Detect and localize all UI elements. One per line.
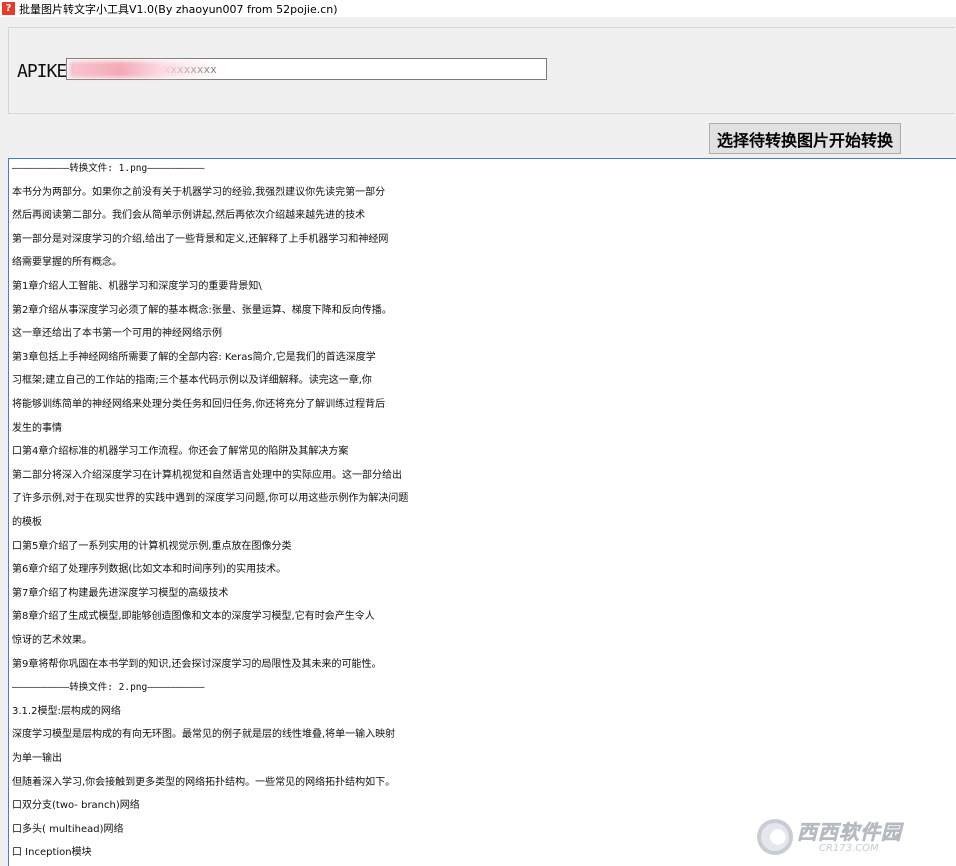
output-line: 将能够训练简单的神经网络来处理分类任务和回归任务,你还将充分了解训练过程背后 bbox=[12, 399, 386, 410]
output-line: ——————————转换文件: 2.png—————————— bbox=[12, 682, 205, 694]
watermark-logo-icon bbox=[757, 819, 793, 855]
output-line: 口第5章介绍了一系列实用的计算机视觉示例,重点放在图像分类 bbox=[12, 540, 292, 552]
title-bar: ? 批量图片转文字小工具V1.0(By zhaoyun007 from 52po… bbox=[0, 0, 956, 17]
output-textarea[interactable]: ——————————转换文件: 1.png—————————— 本书分为两部分。如… bbox=[8, 158, 956, 866]
watermark: 西西软件园 CR173.COM bbox=[757, 817, 935, 857]
output-line: 口 Inception模块 bbox=[12, 847, 92, 859]
output-line: 深度学习模型是层构成的有向无环图。最常见的例子就是层的线性堆叠,将单一输入映射 bbox=[12, 729, 396, 741]
output-line: 的模板 bbox=[12, 517, 42, 528]
output-line: ——————————转换文件: 1.png—————————— bbox=[12, 163, 205, 174]
output-line: 发生的事情 bbox=[12, 422, 62, 434]
output-line: 第7章介绍了构建最先进深度学习模型的高级技术 bbox=[12, 587, 229, 599]
apikey-input[interactable] bbox=[66, 58, 547, 80]
output-line: 为单一输出 bbox=[12, 753, 62, 764]
window-title: 批量图片转文字小工具V1.0(By zhaoyun007 from 52poji… bbox=[19, 2, 338, 16]
output-line: 第9章将帮你巩固在本书学到的知识,还会探讨深度学习的局限性及其未来的可能性。 bbox=[12, 658, 382, 670]
output-line: 第2章介绍从事深度学习必须了解的基本概念:张量、张量运算、梯度下降和反向传播。 bbox=[12, 304, 392, 316]
select-and-convert-button[interactable]: 选择待转换图片开始转换 bbox=[709, 123, 901, 154]
output-line: 口第4章介绍标准的机器学习工作流程。你还会了解常见的陷阱及其解决方案 bbox=[12, 446, 349, 458]
output-line: 第6章介绍了处理序列数据(比如文本和时间序列)的实用技术。 bbox=[12, 564, 287, 576]
output-line: 这一章还给出了本书第一个可用的神经网络示例 bbox=[12, 328, 222, 340]
watermark-brand: 西西软件园 bbox=[797, 819, 902, 844]
question-app-icon: ? bbox=[2, 2, 15, 15]
output-line: 第二部分将深入介绍深度学习在计算机视觉和自然语言处理中的实际应用。这一部分给出 bbox=[12, 469, 402, 481]
output-line: 第8章介绍了生成式模型,即能够创造图像和文本的深度学习模型,它有时会产生令人 bbox=[12, 611, 375, 623]
output-line: 口双分支(two- branch)网络 bbox=[12, 800, 140, 812]
output-line: 然后再阅读第二部分。我们会从简单示例讲起,然后再依次介绍越来越先进的技术 bbox=[12, 210, 366, 222]
output-line: 口多头( multihead)网络 bbox=[12, 823, 124, 835]
output-line: 本书分为两部分。如果你之前没有关于机器学习的经验,我强烈建议你先读完第一部分 bbox=[12, 186, 386, 198]
watermark-url: CR173.COM bbox=[819, 842, 879, 854]
apikey-group-box: APIKEY bbox=[8, 27, 955, 114]
output-line: 3.1.2模型:层构成的网络 bbox=[12, 705, 121, 717]
output-line: 第一部分是对深度学习的介绍,给出了一些背景和定义,还解释了上手机器学习和神经网 bbox=[12, 233, 389, 245]
output-line: 络需要掌握的所有概念。 bbox=[12, 257, 122, 269]
output-line: 但随着深入学习,你会接触到更多类型的网络拓扑结构。一些常见的网络拓扑结构如下。 bbox=[12, 776, 396, 788]
output-line: 第3章包括上手神经网络所需要了解的全部内容: Keras简介,它是我们的首选深度… bbox=[12, 351, 376, 363]
output-line: 惊讶的艺术效果。 bbox=[12, 635, 92, 646]
output-line: 习框架;建立自己的工作站的指南;三个基本代码示例以及详细解释。读完这一章,你 bbox=[12, 375, 372, 387]
output-line: 第1章介绍人工智能、机器学习和深度学习的重要背景知\ bbox=[12, 281, 262, 292]
output-line: 了许多示例,对于在现实世界的实践中遇到的深度学习问题,你可以用这些示例作为解决问… bbox=[12, 493, 409, 505]
